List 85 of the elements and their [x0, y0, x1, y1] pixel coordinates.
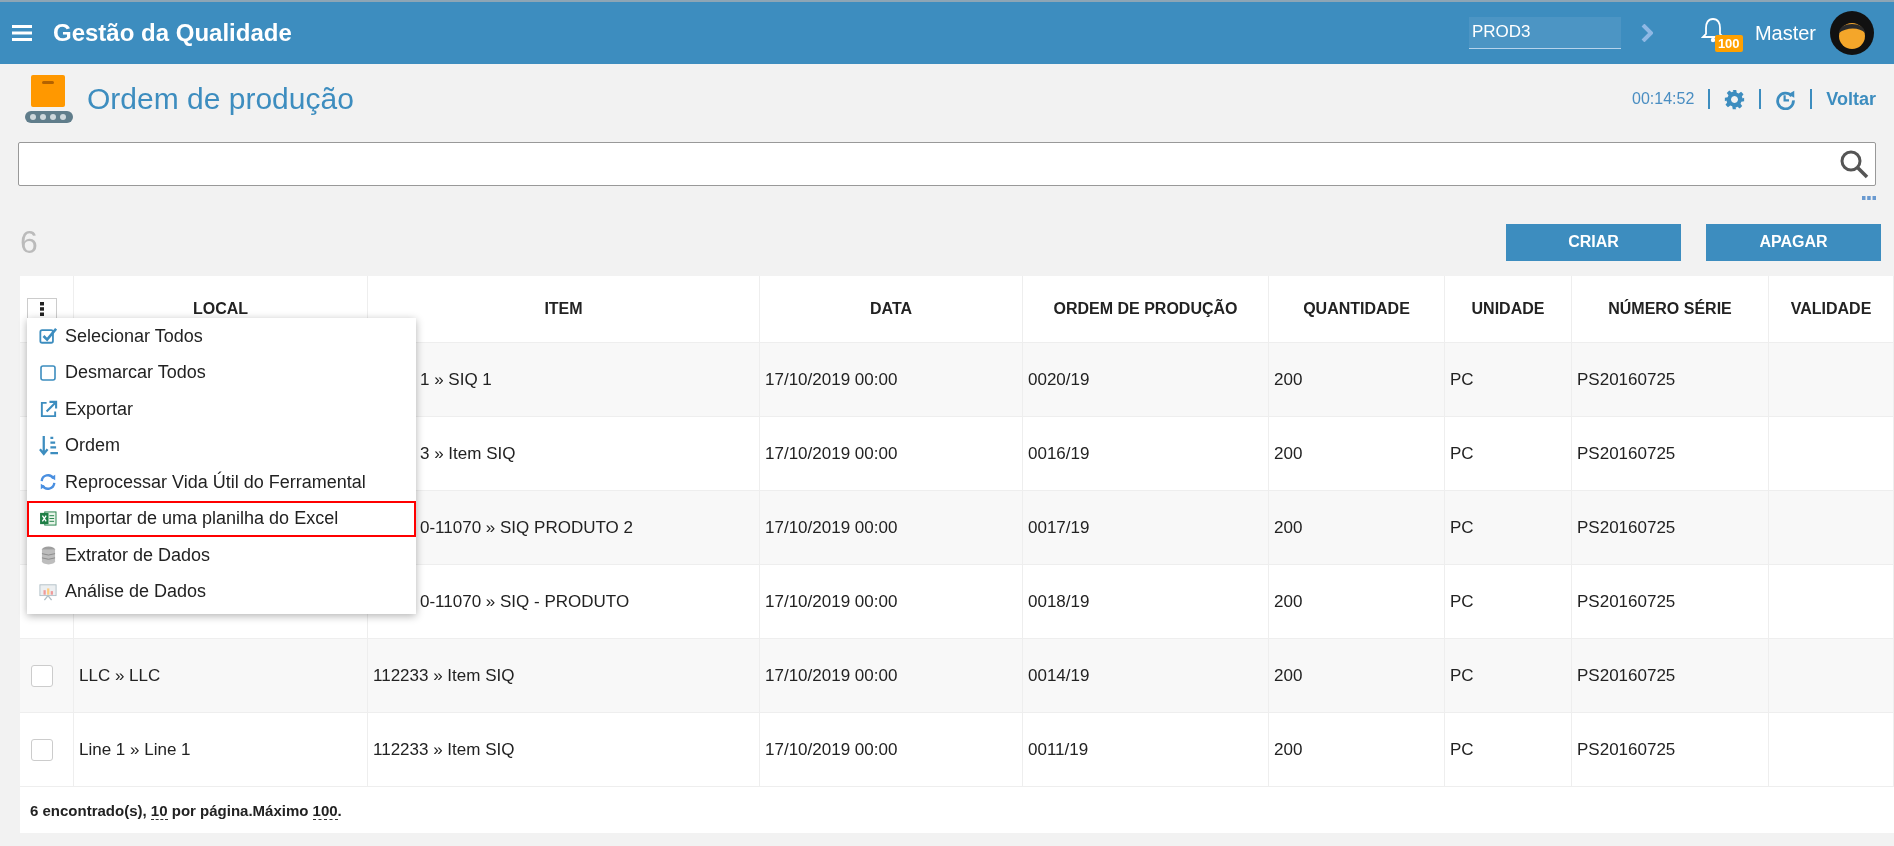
table-cell: Line 1 » Line 1 [79, 739, 191, 759]
table-cell: 0018/19 [1028, 591, 1090, 611]
row-checkbox[interactable] [31, 664, 53, 687]
column-header[interactable]: UNIDADE [1471, 300, 1545, 317]
menu-item[interactable]: Importar de uma planilha do Excel [27, 500, 416, 537]
table-cell: 200 [1274, 739, 1303, 759]
kebab-icon [40, 302, 44, 316]
delete-button[interactable]: APAGAR [1706, 223, 1881, 261]
table-cell: 0014/19 [1028, 665, 1090, 685]
table-cell: 17/10/2019 00:00 [765, 739, 898, 759]
chevron-right-icon[interactable] [1640, 24, 1653, 42]
column-header[interactable]: LOCAL [192, 300, 249, 317]
external-link-icon [38, 399, 58, 419]
table-cell: 0017/19 [1028, 517, 1090, 537]
session-timer: 00:14:52 [1632, 90, 1695, 108]
table-cell: 112233 » Item SIQ [373, 739, 515, 759]
table-cell: PS20160725 [1577, 517, 1676, 537]
pagination-summary: 6 encontrado(s), 10 por página.Máximo 100. [30, 801, 342, 819]
search-field[interactable] [18, 142, 1876, 186]
table-cell: 17/10/2019 00:00 [765, 443, 898, 463]
menu-item[interactable]: Exportar [27, 391, 416, 428]
notification-badge: 100 [1714, 35, 1743, 52]
database-icon [40, 545, 56, 565]
maximum-link[interactable]: 100 [312, 801, 338, 820]
menu-item[interactable]: Reprocessar Vida Útil do Ferramental [27, 464, 416, 501]
user-name[interactable]: Master [1754, 21, 1816, 45]
table-cell: 17/10/2019 00:00 [765, 517, 898, 537]
table-cell: PC [1450, 369, 1474, 389]
column-header[interactable]: DATA [869, 300, 913, 317]
menu-item[interactable]: Análise de Dados [27, 573, 416, 610]
column-header[interactable]: NÚMERO SÉRIE [1608, 300, 1732, 317]
table-cell: PC [1450, 591, 1474, 611]
table-cell: PS20160725 [1577, 369, 1676, 389]
table-cell: PS20160725 [1577, 591, 1676, 611]
table-cell: PC [1450, 665, 1474, 685]
column-header[interactable]: VALIDADE [1790, 300, 1872, 317]
table-cell: 17/10/2019 00:00 [765, 591, 898, 611]
avatar-icon[interactable] [1830, 11, 1874, 55]
table-cell: 17/10/2019 00:00 [765, 665, 898, 685]
settings-icon[interactable] [1724, 88, 1746, 110]
page-title: Ordem de produção [87, 82, 354, 116]
more-icon[interactable] [1862, 196, 1876, 200]
table-cell: 0-11070 » SIQ - PRODUTO [420, 591, 630, 611]
table-cell: 17/10/2019 00:00 [765, 369, 898, 389]
menu-item[interactable]: Extrator de Dados [27, 537, 416, 574]
table-cell: 200 [1274, 443, 1303, 463]
presentation-chart-icon [39, 582, 57, 601]
column-header[interactable]: ORDEM DE PRODUÇÃO [1053, 300, 1238, 317]
menu-item[interactable]: Ordem [27, 427, 416, 464]
table-cell: 3 » Item SIQ [420, 443, 516, 463]
create-button[interactable]: CRIAR [1506, 223, 1681, 261]
spreadsheet-icon [39, 511, 57, 527]
per-page-link[interactable]: 10 [150, 801, 168, 820]
table-cell: PS20160725 [1577, 739, 1676, 759]
conveyor-box-icon [25, 73, 73, 125]
search-icon[interactable] [1839, 149, 1869, 179]
table-cell: 0-11070 » SIQ PRODUTO 2 [420, 517, 633, 537]
table-cell: PC [1450, 739, 1474, 759]
table-cell: PC [1450, 517, 1474, 537]
table-cell: 200 [1274, 665, 1303, 685]
menu-item[interactable]: Desmarcar Todos [27, 354, 416, 391]
table-cell: 0011/19 [1028, 739, 1089, 759]
table-cell: PS20160725 [1577, 443, 1676, 463]
checkbox-icon [40, 364, 56, 381]
table-cell: 200 [1274, 369, 1303, 389]
table-cell: 0016/19 [1028, 443, 1090, 463]
table-cell: PS20160725 [1577, 665, 1676, 685]
table-cell: 200 [1274, 517, 1303, 537]
refresh-icon [39, 473, 57, 492]
column-header[interactable]: ITEM [544, 300, 583, 317]
history-icon[interactable] [1775, 88, 1797, 110]
table-cell: LLC » LLC [79, 665, 161, 685]
column-header[interactable]: QUANTIDADE [1303, 300, 1410, 317]
table-cell: 0020/19 [1028, 369, 1090, 389]
table-cell: 1 » SIQ 1 [420, 369, 492, 389]
table-cell: PC [1450, 443, 1474, 463]
row-checkbox[interactable] [31, 738, 53, 761]
menu-icon[interactable] [12, 25, 32, 41]
app-title: Gestão da Qualidade [53, 19, 292, 47]
menu-item[interactable]: Selecionar Todos [27, 318, 416, 355]
table-cell: 200 [1274, 591, 1303, 611]
checkbox-checked-icon [39, 327, 57, 346]
table-cell: 112233 » Item SIQ [373, 665, 515, 685]
sort-icon [38, 435, 58, 457]
column-menu-button[interactable] [27, 298, 57, 320]
